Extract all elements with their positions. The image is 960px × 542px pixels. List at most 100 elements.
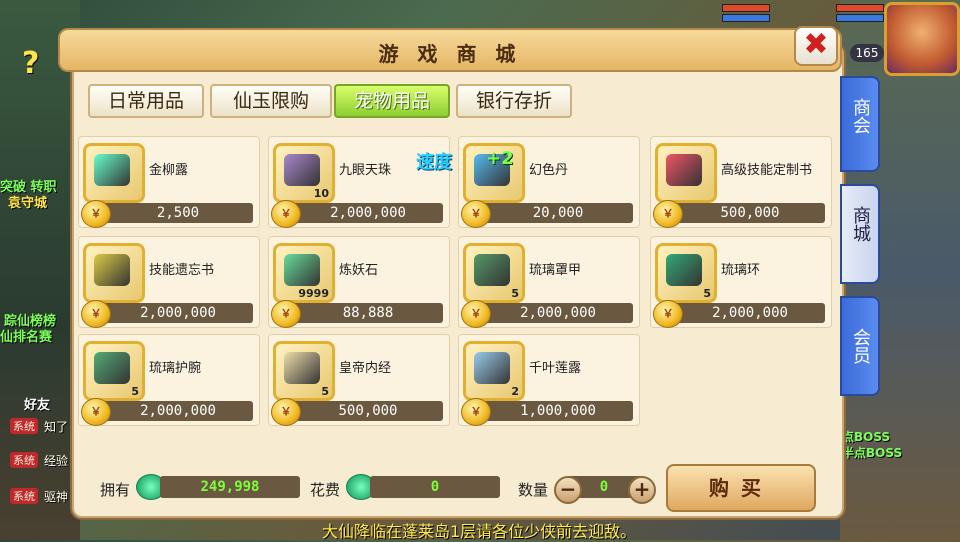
item-icon[interactable] bbox=[655, 143, 717, 203]
system-message: 知了 bbox=[44, 420, 69, 434]
tab-pet[interactable]: 宠物用品 bbox=[334, 84, 450, 118]
increase-button[interactable]: + bbox=[628, 476, 656, 504]
quest-marker-icon[interactable]: ? bbox=[22, 46, 39, 81]
item-icon[interactable]: 5 bbox=[83, 341, 145, 401]
side-tab-label: 会员 bbox=[850, 328, 871, 364]
boss-label: 点BOSS bbox=[842, 430, 891, 444]
shop-item[interactable]: 技能遗忘书 2,000,000 ￥ bbox=[78, 236, 260, 328]
item-price: 500,000 bbox=[293, 401, 443, 421]
speed-buff-label: 速度 bbox=[416, 152, 452, 173]
item-quantity: 2 bbox=[511, 385, 519, 398]
coin-icon: ￥ bbox=[271, 200, 301, 228]
window-title: 游 戏 商 城 bbox=[378, 42, 522, 66]
item-name: 九眼天珠 bbox=[339, 163, 392, 178]
item-icon[interactable] bbox=[83, 143, 145, 203]
item-image bbox=[666, 254, 702, 286]
own-value: 249,998 bbox=[160, 476, 300, 498]
decrease-button[interactable]: − bbox=[554, 476, 582, 504]
item-icon[interactable]: 10 bbox=[273, 143, 335, 203]
item-icon[interactable] bbox=[83, 243, 145, 303]
item-image bbox=[666, 154, 702, 186]
coin-icon: ￥ bbox=[81, 300, 111, 328]
shop-item[interactable]: 金柳露 2,500 ￥ bbox=[78, 136, 260, 228]
item-quantity: 5 bbox=[511, 287, 519, 300]
system-message: 驱神 bbox=[44, 490, 69, 504]
item-price: 20,000 bbox=[483, 203, 633, 223]
item-quantity: 5 bbox=[321, 385, 329, 398]
close-button[interactable]: ✖ bbox=[794, 26, 838, 66]
item-price: 2,000,000 bbox=[103, 303, 253, 323]
boss-label: 半点BOSS bbox=[842, 446, 903, 460]
item-name: 技能遗忘书 bbox=[149, 263, 215, 278]
title-bar: 游 戏 商 城 bbox=[58, 28, 842, 72]
coin-icon: ￥ bbox=[81, 398, 111, 426]
item-name: 琉璃罩甲 bbox=[529, 263, 582, 278]
item-quantity: 10 bbox=[313, 187, 329, 200]
shop-item[interactable]: 9999 炼妖石 88,888 ￥ bbox=[268, 236, 450, 328]
system-message: 经验 bbox=[44, 454, 69, 468]
item-price: 1,000,000 bbox=[483, 401, 633, 421]
item-name: 皇帝内经 bbox=[339, 361, 392, 376]
player-avatar[interactable] bbox=[884, 2, 960, 76]
item-image bbox=[94, 154, 130, 186]
shop-item[interactable]: 5 皇帝内经 500,000 ￥ bbox=[268, 334, 450, 426]
player-mp-bar bbox=[836, 14, 884, 22]
item-icon[interactable]: 5 bbox=[655, 243, 717, 303]
tab-bank[interactable]: 银行存折 bbox=[456, 84, 572, 118]
buy-button[interactable]: 购买 bbox=[666, 464, 816, 512]
item-image bbox=[284, 254, 320, 286]
npc-label-contest[interactable]: 仙排名赛 bbox=[0, 326, 52, 345]
item-image bbox=[94, 352, 130, 384]
side-tab-label: 商城 bbox=[850, 206, 871, 242]
target-hp-bar bbox=[722, 4, 770, 12]
item-price: 88,888 bbox=[293, 303, 443, 323]
shop-item[interactable]: 5 琉璃护腕 2,000,000 ￥ bbox=[78, 334, 260, 426]
coin-icon: ￥ bbox=[271, 398, 301, 426]
item-icon[interactable]: 2 bbox=[463, 341, 525, 401]
coin-icon: ￥ bbox=[653, 200, 683, 228]
system-tag: 系统 bbox=[10, 418, 38, 434]
item-price: 500,000 bbox=[675, 203, 825, 223]
item-name: 千叶莲露 bbox=[529, 361, 582, 376]
item-price: 2,500 bbox=[103, 203, 253, 223]
item-name: 金柳露 bbox=[149, 163, 189, 178]
item-image bbox=[284, 154, 320, 186]
item-name: 幻色丹 bbox=[529, 163, 569, 178]
item-price: 2,000,000 bbox=[293, 203, 443, 223]
item-name: 炼妖石 bbox=[339, 263, 379, 278]
item-name: 琉璃护腕 bbox=[149, 361, 202, 376]
item-name: 高级技能定制书 bbox=[721, 163, 813, 178]
shop-item[interactable]: 高级技能定制书 500,000 ￥ bbox=[650, 136, 832, 228]
player-hp-bar bbox=[836, 4, 884, 12]
coin-icon: ￥ bbox=[271, 300, 301, 328]
friend-label[interactable]: 好友 bbox=[24, 394, 50, 413]
shop-item[interactable]: 5 琉璃罩甲 2,000,000 ￥ bbox=[458, 236, 640, 328]
system-tag: 系统 bbox=[10, 452, 38, 468]
item-image bbox=[474, 352, 510, 384]
item-quantity: 5 bbox=[703, 287, 711, 300]
item-price: 2,000,000 bbox=[103, 401, 253, 421]
side-tab-label: 商会 bbox=[850, 98, 871, 134]
player-level: 165 bbox=[850, 44, 884, 62]
shop-item[interactable]: 2 千叶莲露 1,000,000 ￥ bbox=[458, 334, 640, 426]
tab-jade-limited[interactable]: 仙玉限购 bbox=[210, 84, 332, 118]
item-quantity: 5 bbox=[131, 385, 139, 398]
side-tab-mall[interactable]: 商城 bbox=[840, 184, 880, 284]
shop-item[interactable]: 5 琉璃环 2,000,000 ￥ bbox=[650, 236, 832, 328]
side-tab-guild[interactable]: 商会 bbox=[840, 76, 880, 172]
item-price: 2,000,000 bbox=[483, 303, 633, 323]
cost-value: 0 bbox=[370, 476, 500, 498]
own-label: 拥有 bbox=[100, 481, 131, 499]
coin-icon: ￥ bbox=[461, 398, 491, 426]
speed-buff-value: +2 bbox=[486, 148, 514, 169]
npc-name[interactable]: 袁守城 bbox=[8, 192, 47, 211]
target-mp-bar bbox=[722, 14, 770, 22]
item-icon[interactable]: 5 bbox=[273, 341, 335, 401]
side-tab-vip[interactable]: 会员 bbox=[840, 296, 880, 396]
tab-daily[interactable]: 日常用品 bbox=[88, 84, 204, 118]
item-icon[interactable]: 9999 bbox=[273, 243, 335, 303]
item-quantity: 9999 bbox=[298, 287, 329, 300]
item-icon[interactable]: 5 bbox=[463, 243, 525, 303]
coin-icon: ￥ bbox=[461, 200, 491, 228]
item-image bbox=[284, 352, 320, 384]
